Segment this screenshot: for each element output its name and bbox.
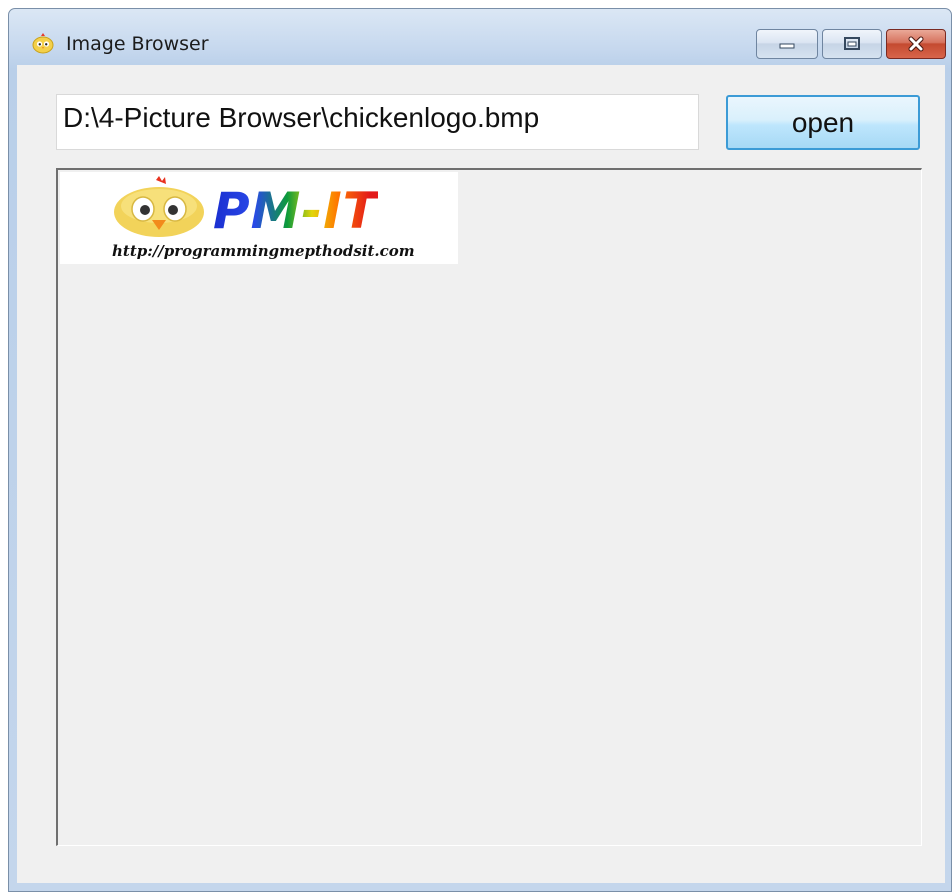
client-area: D:\4-Picture Browser\chickenlogo.bmp ope… xyxy=(17,65,945,883)
close-icon xyxy=(908,36,924,52)
minimize-icon xyxy=(779,43,795,49)
logo-url-text: http://programmingmepthodsit.com xyxy=(112,242,415,260)
image-browser-window: Image Browser D:\4-Picture Browser\chick… xyxy=(8,8,952,892)
chicken-logo-icon xyxy=(114,176,204,237)
window-title: Image Browser xyxy=(66,33,209,55)
loaded-image: PM-IT http://programmingmepthodsit.com xyxy=(60,172,458,264)
chick-icon xyxy=(31,31,55,55)
logo-brand-text: PM-IT xyxy=(213,182,378,240)
maximize-icon xyxy=(844,37,860,50)
close-button[interactable] xyxy=(886,29,946,59)
title-bar[interactable]: Image Browser xyxy=(9,9,951,65)
file-path-input[interactable]: D:\4-Picture Browser\chickenlogo.bmp xyxy=(56,94,699,150)
maximize-button[interactable] xyxy=(822,29,882,59)
open-button[interactable]: open xyxy=(726,95,920,150)
picture-box: PM-IT http://programmingmepthodsit.com xyxy=(56,168,922,846)
minimize-button[interactable] xyxy=(756,29,818,59)
